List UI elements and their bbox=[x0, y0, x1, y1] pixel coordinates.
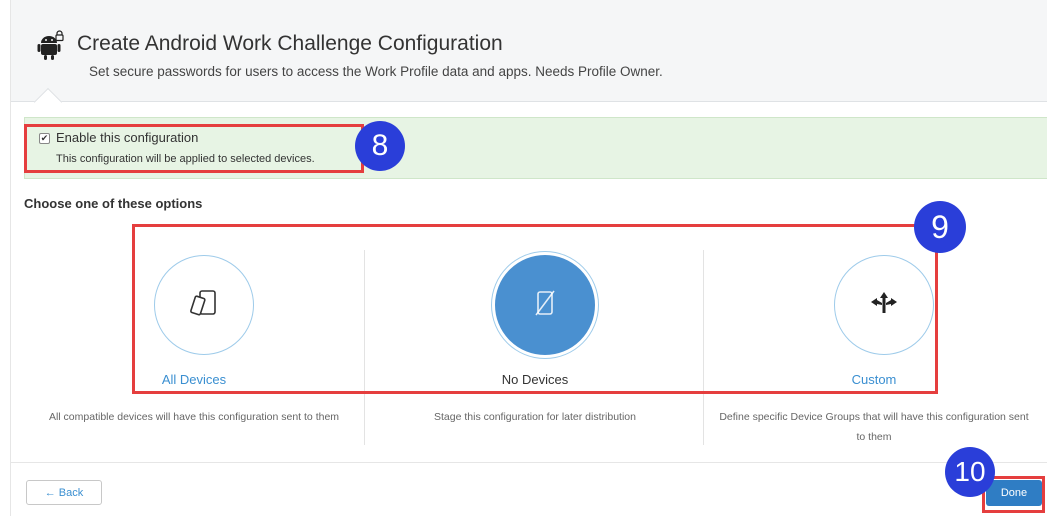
no-devices-button[interactable] bbox=[495, 255, 595, 355]
page-subtitle: Set secure passwords for users to access… bbox=[89, 64, 663, 79]
done-button[interactable]: Done bbox=[986, 480, 1042, 506]
custom-button[interactable] bbox=[834, 255, 934, 355]
all-devices-title[interactable]: All Devices bbox=[24, 372, 364, 387]
no-devices-title[interactable]: No Devices bbox=[365, 372, 705, 387]
options-heading: Choose one of these options bbox=[24, 196, 203, 211]
enable-label: Enable this configuration bbox=[56, 130, 199, 145]
devices-icon bbox=[187, 288, 221, 323]
no-device-icon bbox=[533, 288, 557, 323]
option-custom[interactable]: Custom Define specific Device Groups tha… bbox=[704, 250, 1044, 445]
option-no-devices[interactable]: No Devices Stage this configuration for … bbox=[364, 250, 704, 445]
step-badge-9: 9 bbox=[914, 201, 966, 253]
enable-description: This configuration will be applied to se… bbox=[56, 153, 315, 165]
step-badge-10: 10 bbox=[945, 447, 995, 497]
option-all-devices[interactable]: All Devices All compatible devices will … bbox=[24, 250, 364, 445]
back-button[interactable]: ← Back bbox=[26, 480, 102, 505]
page-header: Create Android Work Challenge Configurat… bbox=[11, 0, 1047, 102]
step-badge-8: 8 bbox=[355, 121, 405, 171]
enable-configuration-panel: ✔ Enable this configuration This configu… bbox=[24, 117, 1047, 179]
no-devices-description: Stage this configuration for later distr… bbox=[434, 411, 636, 423]
all-devices-description: All compatible devices will have this co… bbox=[48, 411, 340, 423]
all-devices-button[interactable] bbox=[154, 255, 254, 355]
configuration-page: Create Android Work Challenge Configurat… bbox=[10, 0, 1047, 516]
page-title: Create Android Work Challenge Configurat… bbox=[77, 32, 503, 55]
custom-title[interactable]: Custom bbox=[704, 372, 1044, 387]
android-lock-icon bbox=[37, 30, 65, 62]
enable-checkbox[interactable]: ✔ bbox=[39, 133, 50, 144]
footer-divider bbox=[11, 462, 1047, 463]
split-arrows-icon bbox=[869, 291, 899, 320]
custom-description: Define specific Device Groups that will … bbox=[719, 411, 1029, 443]
